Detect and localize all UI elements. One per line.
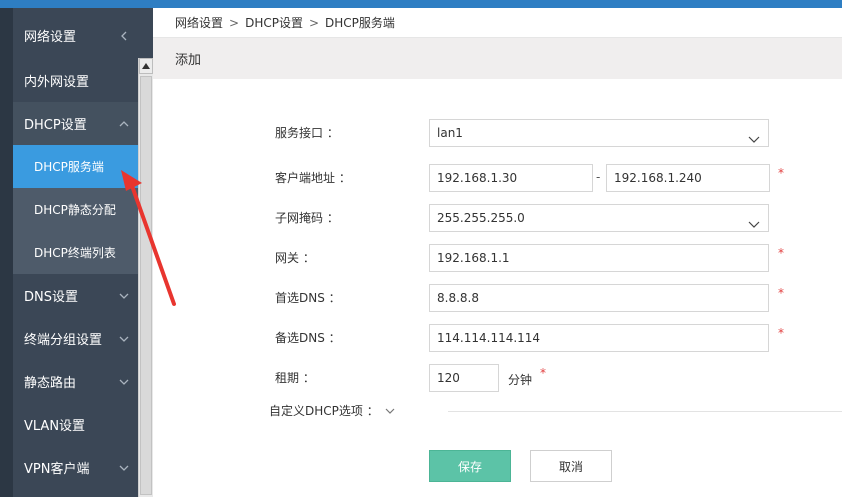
netmask-value: 255.255.255.0 xyxy=(437,211,525,225)
breadcrumb-item-current: DHCP服务端 xyxy=(325,16,395,30)
chevron-down-icon xyxy=(748,128,760,143)
required-marker: * xyxy=(778,286,784,300)
netmask-label: 子网掩码 ： xyxy=(275,211,339,225)
primary-dns-input[interactable]: 8.8.8.8 xyxy=(429,284,769,312)
sidebar-item-label: 网络设置 xyxy=(24,30,77,45)
secondary-dns-input[interactable]: 114.114.114.114 xyxy=(429,324,769,352)
secondary-dns-label: 备选DNS ： xyxy=(275,331,341,345)
breadcrumb-separator: > xyxy=(308,15,320,30)
lease-input[interactable]: 120 xyxy=(429,364,499,392)
sidebar-item-dns[interactable]: DNS设置 xyxy=(13,274,138,317)
sidebar-item-label: 静态路由 xyxy=(24,376,77,391)
section-divider xyxy=(448,411,842,412)
sidebar-item-dhcp-clients[interactable]: DHCP终端列表 xyxy=(13,231,138,274)
lease-value: 120 xyxy=(437,371,460,385)
dhcp-server-form: 服务接口 ： lan1 客户端地址 ： 192.168.1.30 - 192.1… xyxy=(153,79,842,497)
top-accent-bar xyxy=(0,0,842,8)
panel-title: 添加 xyxy=(153,38,842,79)
sidebar-item-dhcp-static[interactable]: DHCP静态分配 xyxy=(13,188,138,231)
cancel-button[interactable]: 取消 xyxy=(530,450,612,482)
interface-value: lan1 xyxy=(437,126,463,140)
lease-label: 租期 ： xyxy=(275,371,315,385)
sidebar-item-label: 终端分组设置 xyxy=(24,333,103,348)
sidebar-item-label: DHCP静态分配 xyxy=(34,203,116,217)
required-marker: * xyxy=(778,246,784,260)
chevron-down-icon xyxy=(118,462,129,472)
breadcrumb-item[interactable]: DHCP设置 xyxy=(245,14,303,31)
gateway-input[interactable]: 192.168.1.1 xyxy=(429,244,769,272)
custom-dhcp-options-toggle[interactable]: 自定义DHCP选项 ： xyxy=(269,402,395,419)
sidebar-item-label: DNS设置 xyxy=(24,290,78,305)
form-row-secondary-dns: 备选DNS ： 114.114.114.114 * xyxy=(153,324,842,352)
chevron-down-icon xyxy=(118,333,129,343)
sidebar-item-terminal-groups[interactable]: 终端分组设置 xyxy=(13,317,138,360)
sidebar-scrollbar[interactable] xyxy=(138,58,153,497)
client-address-end-value: 192.168.1.240 xyxy=(614,171,702,185)
client-address-start-input[interactable]: 192.168.1.30 xyxy=(429,164,593,192)
form-row-lease: 租期 ： 120 分钟 * xyxy=(153,364,842,392)
form-row-client-address: 客户端地址 ： 192.168.1.30 - 192.168.1.240 * xyxy=(153,164,842,192)
sidebar-item-static-routes[interactable]: 静态路由 xyxy=(13,360,138,403)
client-address-start-value: 192.168.1.30 xyxy=(437,171,518,185)
sidebar-filler xyxy=(138,8,153,58)
sidebar-item-dhcp-server[interactable]: DHCP服务端 xyxy=(13,145,138,188)
sidebar-item-network-settings[interactable]: 网络设置 xyxy=(13,14,138,57)
netmask-select[interactable]: 255.255.255.0 xyxy=(429,204,769,232)
required-marker: * xyxy=(778,326,784,340)
breadcrumb: 网络设置 > DHCP设置 > DHCP服务端 xyxy=(153,8,842,38)
sidebar-item-label: VLAN设置 xyxy=(24,419,86,434)
required-marker: * xyxy=(540,366,546,380)
client-address-label: 客户端地址 ： xyxy=(275,171,351,185)
breadcrumb-item[interactable]: 网络设置 xyxy=(175,14,223,31)
chevron-left-icon xyxy=(118,30,128,40)
sidebar-item-wan-lan[interactable]: 内外网设置 xyxy=(13,59,138,102)
custom-dhcp-options-label: 自定义DHCP选项 ： xyxy=(269,404,379,418)
gateway-label: 网关 ： xyxy=(275,251,315,265)
lease-unit: 分钟 xyxy=(508,373,533,387)
interface-select[interactable]: lan1 xyxy=(429,119,769,147)
sidebar-item-label: DHCP服务端 xyxy=(34,160,104,174)
sidebar-strip xyxy=(0,8,13,497)
form-row-netmask: 子网掩码 ： 255.255.255.0 xyxy=(153,204,842,232)
scrollbar-thumb[interactable] xyxy=(140,76,152,495)
chevron-down-icon xyxy=(385,404,395,418)
chevron-up-icon xyxy=(118,118,129,128)
client-address-end-input[interactable]: 192.168.1.240 xyxy=(606,164,770,192)
range-dash: - xyxy=(596,170,601,184)
interface-label: 服务接口 ： xyxy=(275,126,339,140)
form-row-gateway: 网关 ： 192.168.1.1 * xyxy=(153,244,842,272)
sidebar-item-label: 内外网设置 xyxy=(24,75,90,90)
sidebar-item-label: VPN客户端 xyxy=(24,462,90,477)
sidebar: 网络设置 内外网设置 DHCP设置 DHCP服务端 DHCP静态分配 DHCP终… xyxy=(0,8,138,497)
sidebar-item-label: DHCP设置 xyxy=(24,118,87,133)
save-button[interactable]: 保存 xyxy=(429,450,511,482)
gateway-value: 192.168.1.1 xyxy=(437,251,510,265)
secondary-dns-value: 114.114.114.114 xyxy=(437,331,541,345)
chevron-down-icon xyxy=(118,376,129,386)
sidebar-item-vlan[interactable]: VLAN设置 xyxy=(13,403,138,446)
sidebar-item-dhcp-settings[interactable]: DHCP设置 xyxy=(13,102,138,145)
sidebar-item-vpn-client[interactable]: VPN客户端 xyxy=(13,446,138,489)
form-row-interface: 服务接口 ： lan1 xyxy=(153,119,842,147)
chevron-down-icon xyxy=(748,213,760,228)
sidebar-item-label: DHCP终端列表 xyxy=(34,246,116,260)
scroll-up-arrow-icon[interactable] xyxy=(139,58,153,74)
form-row-primary-dns: 首选DNS ： 8.8.8.8 * xyxy=(153,284,842,312)
breadcrumb-separator: > xyxy=(229,15,240,30)
chevron-down-icon xyxy=(118,290,129,300)
required-marker: * xyxy=(778,166,784,180)
primary-dns-value: 8.8.8.8 xyxy=(437,291,479,305)
primary-dns-label: 首选DNS ： xyxy=(275,291,341,305)
